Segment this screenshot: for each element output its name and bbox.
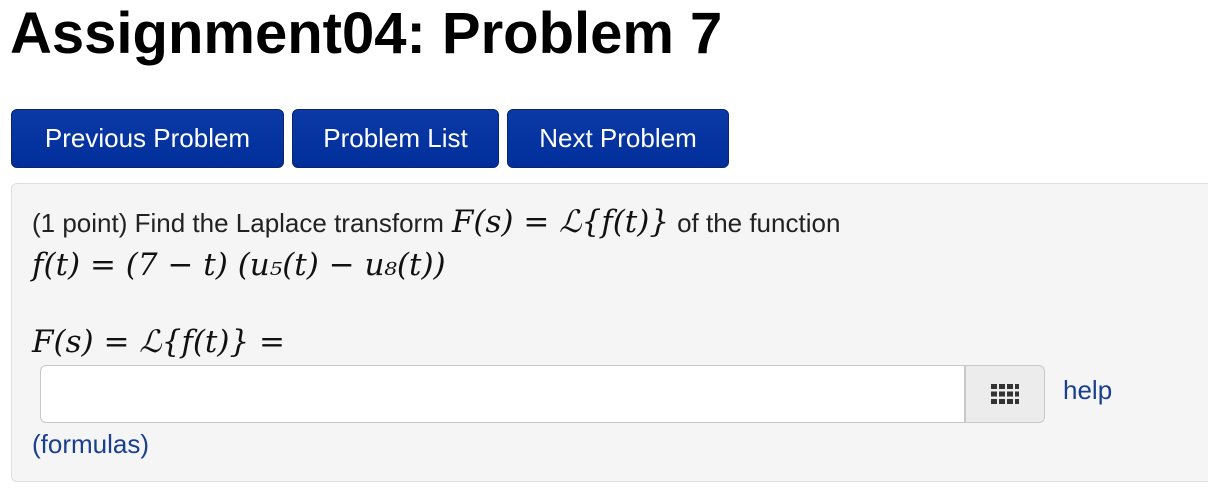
problem-panel: (1 point) Find the Laplace transform F(s…	[11, 183, 1208, 482]
problem-intro-suffix: of the function	[677, 208, 841, 238]
answer-input[interactable]	[40, 365, 965, 423]
previous-problem-button[interactable]: Previous Problem	[11, 109, 284, 168]
formulas-link[interactable]: (formulas)	[32, 429, 149, 460]
next-problem-button[interactable]: Next Problem	[507, 109, 729, 168]
problem-list-button[interactable]: Problem List	[292, 109, 499, 168]
page-title: Assignment04: Problem 7	[10, 1, 723, 66]
equation-palette-button[interactable]	[965, 365, 1045, 423]
problem-statement: (1 point) Find the Laplace transform F(s…	[32, 204, 840, 240]
function-expression: f(t) = (7 − t) (u₅(t) − u₈(t))	[32, 247, 446, 283]
answer-label: F(s) = ℒ{f(t)} =	[32, 324, 286, 360]
equation-palette-icon	[991, 384, 1019, 404]
help-link[interactable]: help	[1063, 375, 1112, 406]
problem-intro-text: (1 point) Find the Laplace transform	[32, 208, 444, 238]
transform-expression: F(s) = ℒ{f(t)}	[451, 204, 670, 240]
